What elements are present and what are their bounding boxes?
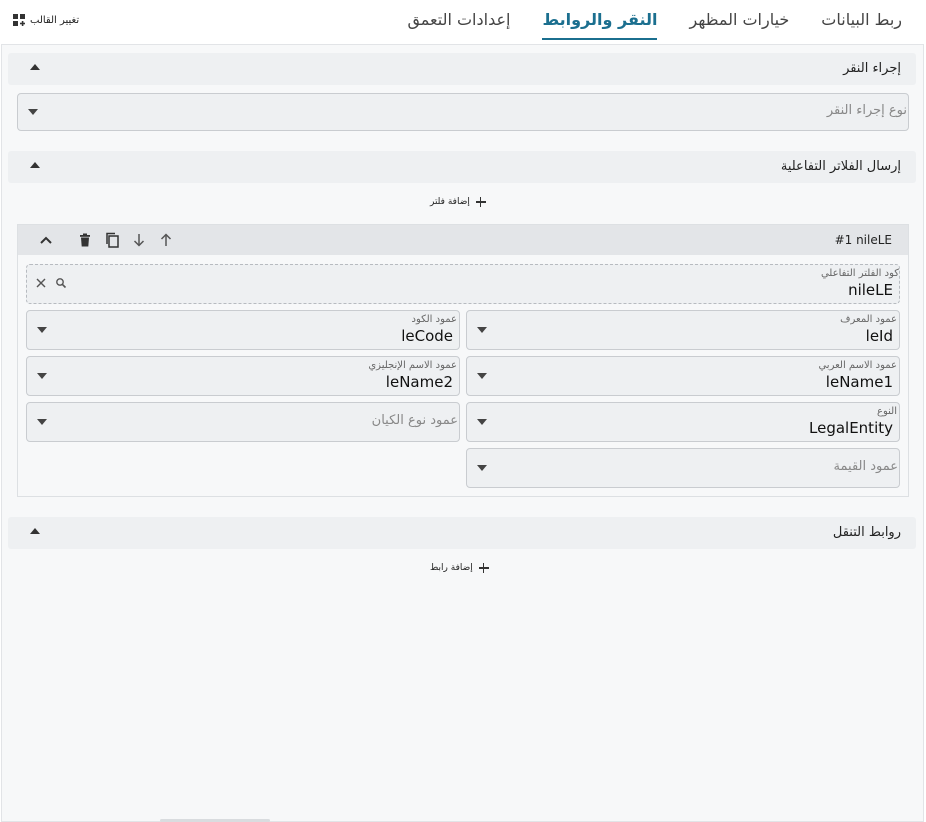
collapse-caret-icon[interactable] xyxy=(30,64,40,70)
arabic-name-column-select[interactable]: عمود الاسم العربي leName1 xyxy=(466,356,900,396)
select-placeholder: عمود القيمة xyxy=(833,459,898,474)
collapse-caret-icon[interactable] xyxy=(30,528,40,534)
section-navigation-links[interactable]: روابط التنقل xyxy=(8,517,916,549)
section-title: إجراء النقر xyxy=(843,61,901,76)
dropdown-arrow-icon xyxy=(37,373,47,379)
plus-icon xyxy=(478,563,489,573)
field-label: عمود الاسم الإنجليزي xyxy=(368,360,457,371)
type-select[interactable]: النوع LegalEntity xyxy=(466,402,900,442)
search-icon[interactable] xyxy=(55,277,67,289)
field-label: كود الفلتر التفاعلي xyxy=(820,268,899,279)
select-placeholder: نوع إجراء النقر xyxy=(826,103,907,118)
filter-code-autocomplete[interactable]: كود الفلتر التفاعلي nileLE xyxy=(26,264,900,304)
add-filter-label: إضافة فلتر xyxy=(430,197,470,207)
settings-tabs: ربط البيانات خيارات المظهر النقر والرواب… xyxy=(407,0,902,44)
plus-icon xyxy=(475,197,486,207)
change-template-label: تغيير القالب xyxy=(30,14,80,26)
chevron-up-icon[interactable] xyxy=(38,232,54,248)
section-click-action[interactable]: إجراء النقر xyxy=(8,53,916,85)
entity-type-column-select[interactable]: عمود نوع الكيان xyxy=(26,402,460,442)
filter-item-header: #1 nileLE xyxy=(18,225,908,255)
tab-data-binding[interactable]: ربط البيانات xyxy=(821,0,902,44)
add-link-label: إضافة رابط xyxy=(430,563,473,573)
section-interactive-filters[interactable]: إرسال الفلاتر التفاعلية xyxy=(8,151,916,183)
click-action-type-select[interactable]: نوع إجراء النقر xyxy=(17,93,909,131)
delete-icon[interactable] xyxy=(77,232,93,248)
dropdown-arrow-icon xyxy=(477,465,487,471)
select-placeholder: عمود نوع الكيان xyxy=(371,413,458,428)
arrow-up-icon[interactable] xyxy=(158,232,174,248)
add-link-button[interactable]: إضافة رابط xyxy=(430,563,489,573)
tab-drilldown-settings[interactable]: إعدادات التعمق xyxy=(407,0,510,44)
arrow-down-icon[interactable] xyxy=(131,232,147,248)
clear-icon[interactable] xyxy=(35,277,47,289)
dropdown-arrow-icon xyxy=(477,419,487,425)
field-value: LegalEntity xyxy=(809,419,893,437)
add-filter-button[interactable]: إضافة فلتر xyxy=(430,197,486,207)
dropdown-arrow-icon xyxy=(477,327,487,333)
tab-click-and-links[interactable]: النقر والروابط xyxy=(542,0,658,44)
collapse-caret-icon[interactable] xyxy=(30,162,40,168)
filter-item-title: #1 nileLE xyxy=(834,233,892,247)
section-title: إرسال الفلاتر التفاعلية xyxy=(780,159,901,174)
section-title: روابط التنقل xyxy=(832,525,901,540)
value-column-select[interactable]: عمود القيمة xyxy=(466,448,900,488)
dashboard-add-icon xyxy=(13,14,25,26)
field-label: النوع xyxy=(877,406,897,417)
field-value: nileLE xyxy=(848,281,893,299)
field-label: عمود الكود xyxy=(411,314,457,325)
top-bar: تغيير القالب ربط البيانات خيارات المظهر … xyxy=(0,0,926,44)
id-column-select[interactable]: عمود المعرف leId xyxy=(466,310,900,350)
field-value: leCode xyxy=(401,327,453,345)
tab-appearance-options[interactable]: خيارات المظهر xyxy=(689,0,789,44)
code-column-select[interactable]: عمود الكود leCode xyxy=(26,310,460,350)
english-name-column-select[interactable]: عمود الاسم الإنجليزي leName2 xyxy=(26,356,460,396)
field-value: leName1 xyxy=(825,373,893,391)
dropdown-arrow-icon xyxy=(477,373,487,379)
copy-icon[interactable] xyxy=(104,232,120,248)
dropdown-arrow-icon xyxy=(37,419,47,425)
field-value: leName2 xyxy=(385,373,453,391)
field-value: leId xyxy=(865,327,893,345)
change-template-button[interactable]: تغيير القالب xyxy=(12,12,79,28)
field-label: عمود المعرف xyxy=(840,314,897,325)
dropdown-arrow-icon xyxy=(28,109,38,115)
dropdown-arrow-icon xyxy=(37,327,47,333)
field-label: عمود الاسم العربي xyxy=(818,360,897,371)
